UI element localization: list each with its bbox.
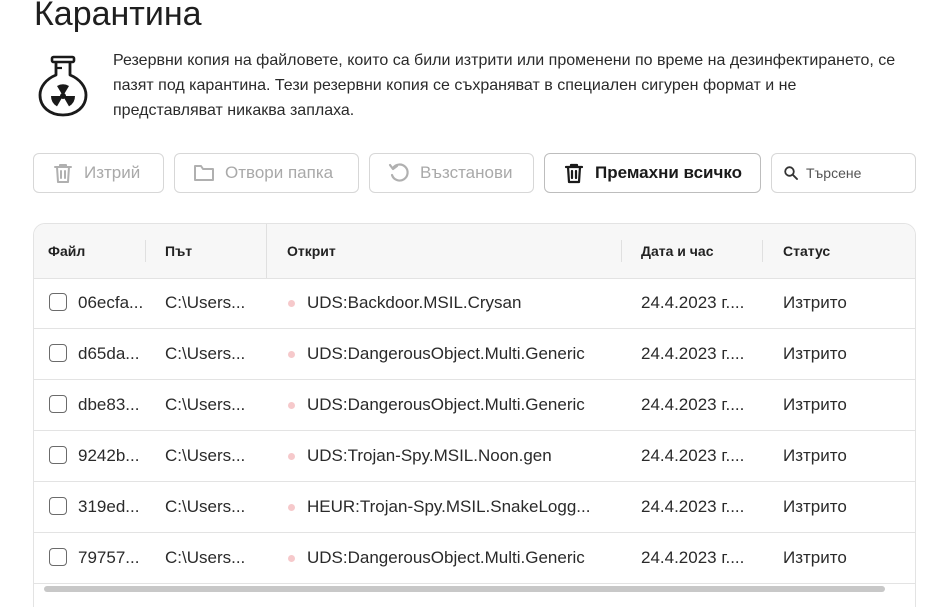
restore-button[interactable]: Възстанови <box>369 153 534 193</box>
file-path: C:\Users... <box>165 497 246 516</box>
open-folder-button-label: Отвори папка <box>225 163 334 182</box>
column-header-detected[interactable]: Открит <box>287 224 336 278</box>
date-time: 24.4.2023 г.... <box>641 446 745 465</box>
file-name: 9242b... <box>78 446 140 465</box>
file-name: 319ed... <box>78 497 140 516</box>
remove-all-button-label: Премахни всичко <box>595 163 743 182</box>
threat-dot-icon <box>288 504 295 511</box>
file-name: d65da... <box>78 344 140 363</box>
page-title: Карантина <box>34 0 202 33</box>
detected-threat: UDS:Backdoor.MSIL.Crysan <box>307 293 522 312</box>
column-header-status[interactable]: Статус <box>783 224 830 278</box>
status: Изтрито <box>783 344 847 363</box>
status: Изтрито <box>783 548 847 567</box>
table-row[interactable]: 9242b... C:\Users... UDS:Trojan-Spy.MSIL… <box>34 431 915 482</box>
threat-dot-icon <box>288 555 295 562</box>
quarantine-description: Резервни копия на файловете, които са би… <box>113 52 896 119</box>
search-icon <box>784 166 798 180</box>
table-row[interactable]: 79757... C:\Users... UDS:DangerousObject… <box>34 533 915 584</box>
remove-all-button[interactable]: Премахни всичко <box>544 153 761 193</box>
trash-icon <box>52 162 74 184</box>
table-row[interactable]: 319ed... C:\Users... HEUR:Trojan-Spy.MSI… <box>34 482 915 533</box>
threat-dot-icon <box>288 453 295 460</box>
column-header-datetime[interactable]: Дата и час <box>641 224 714 278</box>
row-checkbox[interactable] <box>49 497 67 515</box>
table-row[interactable]: 06ecfa... C:\Users... UDS:Backdoor.MSIL.… <box>34 278 915 329</box>
file-path: C:\Users... <box>165 446 246 465</box>
threat-dot-icon <box>288 300 295 307</box>
table-row[interactable]: d65da... C:\Users... UDS:DangerousObject… <box>34 329 915 380</box>
status: Изтрито <box>783 395 847 414</box>
table-row[interactable]: dbe83... C:\Users... UDS:DangerousObject… <box>34 380 915 431</box>
file-name: 06ecfa... <box>78 293 144 312</box>
restore-icon <box>388 162 410 184</box>
column-divider[interactable] <box>762 240 763 262</box>
column-header-file[interactable]: Файл <box>48 224 85 278</box>
quarantine-page: Карантина Резервни копия на файловете, к… <box>0 0 934 607</box>
restore-button-label: Възстанови <box>420 163 513 182</box>
date-time: 24.4.2023 г.... <box>641 395 745 414</box>
file-path: C:\Users... <box>165 344 246 363</box>
table-header: Файл Път Открит Дата и час Статус <box>34 224 915 279</box>
detected-threat: UDS:DangerousObject.Multi.Generic <box>307 395 585 414</box>
column-divider[interactable] <box>266 224 267 278</box>
status: Изтрито <box>783 293 847 312</box>
threat-dot-icon <box>288 351 295 358</box>
toolbar: Изтрий Отвори папка Възстанови Премахни … <box>33 153 918 193</box>
detected-threat: UDS:Trojan-Spy.MSIL.Noon.gen <box>307 446 552 465</box>
row-checkbox[interactable] <box>49 548 67 566</box>
detected-threat: UDS:DangerousObject.Multi.Generic <box>307 548 585 567</box>
file-path: C:\Users... <box>165 548 246 567</box>
threat-dot-icon <box>288 402 295 409</box>
file-name: 79757... <box>78 548 140 567</box>
file-path: C:\Users... <box>165 293 246 312</box>
folder-icon <box>193 162 215 184</box>
search-box[interactable] <box>771 153 918 193</box>
search-input[interactable] <box>804 164 918 182</box>
horizontal-scrollbar[interactable] <box>44 586 885 592</box>
quarantine-table: Файл Път Открит Дата и час Статус 06ecfa… <box>33 223 916 607</box>
date-time: 24.4.2023 г.... <box>641 293 745 312</box>
open-folder-button[interactable]: Отвори папка <box>174 153 359 193</box>
file-path: C:\Users... <box>165 395 246 414</box>
detected-threat: UDS:DangerousObject.Multi.Generic <box>307 344 585 363</box>
status: Изтрито <box>783 446 847 465</box>
date-time: 24.4.2023 г.... <box>641 548 745 567</box>
delete-button-label: Изтрий <box>84 163 141 182</box>
row-checkbox[interactable] <box>49 446 67 464</box>
column-divider[interactable] <box>621 240 622 262</box>
trash-icon <box>563 162 585 184</box>
row-checkbox[interactable] <box>49 293 67 311</box>
date-time: 24.4.2023 г.... <box>641 344 745 363</box>
quarantine-flask-icon <box>38 55 88 117</box>
row-checkbox[interactable] <box>49 395 67 413</box>
row-checkbox[interactable] <box>49 344 67 362</box>
delete-button[interactable]: Изтрий <box>33 153 164 193</box>
column-header-path[interactable]: Път <box>165 224 192 278</box>
column-divider[interactable] <box>145 240 146 262</box>
detected-threat: HEUR:Trojan-Spy.MSIL.SnakeLogg... <box>307 497 591 516</box>
status: Изтрито <box>783 497 847 516</box>
date-time: 24.4.2023 г.... <box>641 497 745 516</box>
file-name: dbe83... <box>78 395 140 414</box>
